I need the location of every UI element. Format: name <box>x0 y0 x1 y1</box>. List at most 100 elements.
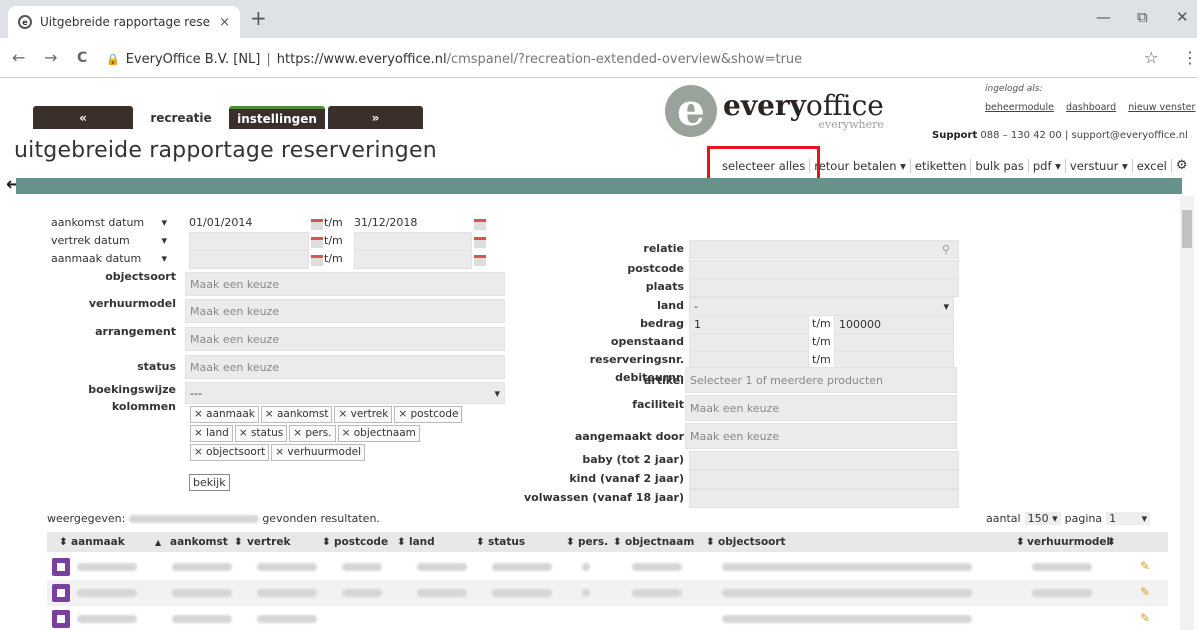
land-select[interactable]: - ▾ <box>689 297 954 316</box>
calendar-icon[interactable] <box>474 219 486 230</box>
table-row[interactable]: ✎ <box>47 554 1168 580</box>
verstuur-button[interactable]: verstuur ▾ <box>1066 158 1133 173</box>
aantal-select[interactable]: 150 ▾ <box>1024 512 1061 525</box>
gear-icon[interactable]: ⚙ <box>1172 158 1192 173</box>
browser-menu-icon[interactable]: ⋮ <box>1182 48 1197 67</box>
chip-land[interactable]: × land <box>190 425 233 442</box>
artikel-select[interactable]: Selecteer 1 of meerdere producten <box>685 367 957 393</box>
row-action-icon[interactable] <box>52 610 70 628</box>
openstaand-from-input[interactable] <box>689 333 809 352</box>
calendar-icon[interactable] <box>474 255 486 266</box>
date-to-aanmaak[interactable] <box>354 250 472 269</box>
search-icon[interactable]: ⚲ <box>942 243 950 256</box>
date-type-select-aanmaak[interactable]: aanmaak datum ▾ <box>51 252 167 265</box>
window-close-icon[interactable]: ✕ <box>1176 8 1189 26</box>
reload-icon[interactable]: C <box>77 50 87 66</box>
col-postcode[interactable]: postcode <box>334 536 388 548</box>
tab-recreatie[interactable]: recreatie <box>136 106 226 129</box>
date-from-aanmaak[interactable] <box>189 250 309 269</box>
chip-postcode[interactable]: × postcode <box>394 406 463 423</box>
chip-label: objectnaam <box>353 427 416 439</box>
scrollbar-thumb[interactable] <box>1182 210 1192 248</box>
date-to-vertrek[interactable] <box>354 232 472 251</box>
etiketten-button[interactable]: etiketten <box>911 158 972 173</box>
url-field[interactable]: 🔒 EveryOffice B.V. [NL] | https://www.ev… <box>106 45 1146 73</box>
col-vertrek[interactable]: vertrek <box>247 536 290 548</box>
arrangement-select[interactable]: Maak een keuze <box>185 327 505 351</box>
link-nieuw-venster[interactable]: nieuw venster <box>1128 102 1195 113</box>
boekingswijze-select[interactable]: --- ▾ <box>185 382 505 404</box>
pdf-button[interactable]: pdf ▾ <box>1029 158 1066 173</box>
minimize-icon[interactable]: — <box>1096 8 1111 26</box>
chip-verhuurmodel[interactable]: × verhuurmodel <box>271 444 365 461</box>
col-land[interactable]: land <box>409 536 435 548</box>
row-action-icon[interactable] <box>52 584 70 602</box>
row-action-icon[interactable] <box>52 558 70 576</box>
date-to-aankomst[interactable]: 31/12/2018 <box>354 216 417 229</box>
sort-icon: ⬍ <box>706 536 715 548</box>
postcode-input[interactable] <box>689 260 959 279</box>
chip-aanmaak[interactable]: × aanmaak <box>190 406 259 423</box>
chip-objectsoort[interactable]: × objectsoort <box>190 444 270 461</box>
col-objectnaam[interactable]: objectnaam <box>625 536 694 548</box>
chip-pers[interactable]: × pers. <box>289 425 336 442</box>
col-aanmaak[interactable]: aanmaak <box>71 536 125 548</box>
baby-input[interactable] <box>689 451 959 470</box>
chip-objectnaam[interactable]: × objectnaam <box>337 425 420 442</box>
edit-pencil-icon[interactable]: ✎ <box>1140 611 1150 625</box>
label-verhuurmodel: verhuurmodel <box>88 297 176 310</box>
tab-close-icon[interactable]: × <box>219 15 230 30</box>
col-objectsoort[interactable]: objectsoort <box>718 536 786 548</box>
chip-status[interactable]: × status <box>234 425 288 442</box>
date-from-aankomst[interactable]: 01/01/2014 <box>189 216 252 229</box>
tab-prev[interactable]: « <box>33 106 133 129</box>
col-verhuurmodel[interactable]: verhuurmodel <box>1027 536 1110 548</box>
chip-vertrek[interactable]: × vertrek <box>334 406 393 423</box>
bookmark-star-icon[interactable]: ☆ <box>1144 48 1158 67</box>
bedrag-to-input[interactable]: 100000 <box>834 315 954 334</box>
status-select[interactable]: Maak een keuze <box>185 355 505 379</box>
excel-button[interactable]: excel <box>1133 158 1172 173</box>
table-row[interactable]: ✎ <box>47 580 1168 606</box>
col-aankomst[interactable]: aankomst <box>170 536 228 548</box>
calendar-icon[interactable] <box>311 255 323 266</box>
date-type-select-vertrek[interactable]: vertrek datum ▾ <box>51 234 167 247</box>
edit-pencil-icon[interactable]: ✎ <box>1140 559 1150 573</box>
restore-icon[interactable]: ⧉ <box>1137 8 1148 26</box>
kind-input[interactable] <box>689 470 959 489</box>
openstaand-to-input[interactable] <box>834 333 954 352</box>
bedrag-from-input[interactable]: 1 <box>689 315 809 334</box>
bekijk-button[interactable]: bekijk <box>189 474 230 491</box>
calendar-icon[interactable] <box>311 219 323 230</box>
browser-tab[interactable]: e Uitgebreide rapportage reserveri × <box>8 6 240 38</box>
bulk-pas-button[interactable]: bulk pas <box>971 158 1029 173</box>
chip-aankomst[interactable]: × aankomst <box>260 406 333 423</box>
relatie-input[interactable]: ⚲ <box>689 240 959 259</box>
tab-instellingen[interactable]: instellingen <box>229 106 325 129</box>
pagina-select[interactable]: 1 ▾ <box>1106 512 1151 525</box>
kolommen-chips[interactable]: × aanmaak × aankomst × vertrek × postcode ×… <box>190 404 490 461</box>
link-dashboard[interactable]: dashboard <box>1066 102 1116 113</box>
placeholder: Maak een keuze <box>690 429 780 443</box>
date-from-vertrek[interactable] <box>189 232 309 251</box>
volwassen-input[interactable] <box>689 489 959 508</box>
objectsoort-select[interactable]: Maak een keuze <box>185 272 505 296</box>
edit-pencil-icon[interactable]: ✎ <box>1140 585 1150 599</box>
retour-betalen-button[interactable]: retour betalen ▾ <box>810 158 911 173</box>
table-row[interactable]: ✎ <box>47 606 1168 630</box>
new-tab-button[interactable]: + <box>250 8 267 28</box>
verhuurmodel-select[interactable]: Maak een keuze <box>185 299 505 323</box>
aangemaakt-door-select[interactable]: Maak een keuze <box>685 423 957 449</box>
calendar-icon[interactable] <box>474 237 486 248</box>
plaats-input[interactable] <box>689 278 959 297</box>
forward-icon[interactable]: → <box>44 48 57 67</box>
scrollbar[interactable] <box>1180 196 1194 630</box>
col-status[interactable]: status <box>488 536 525 548</box>
tab-next[interactable]: » <box>328 106 423 129</box>
back-icon[interactable]: ← <box>12 48 25 67</box>
col-pers[interactable]: pers. <box>578 536 608 548</box>
calendar-icon[interactable] <box>311 237 323 248</box>
link-beheermodule[interactable]: beheermodule <box>985 102 1054 113</box>
faciliteit-select[interactable]: Maak een keuze <box>685 395 957 421</box>
date-type-select-aankomst[interactable]: aankomst datum ▾ <box>51 216 167 229</box>
